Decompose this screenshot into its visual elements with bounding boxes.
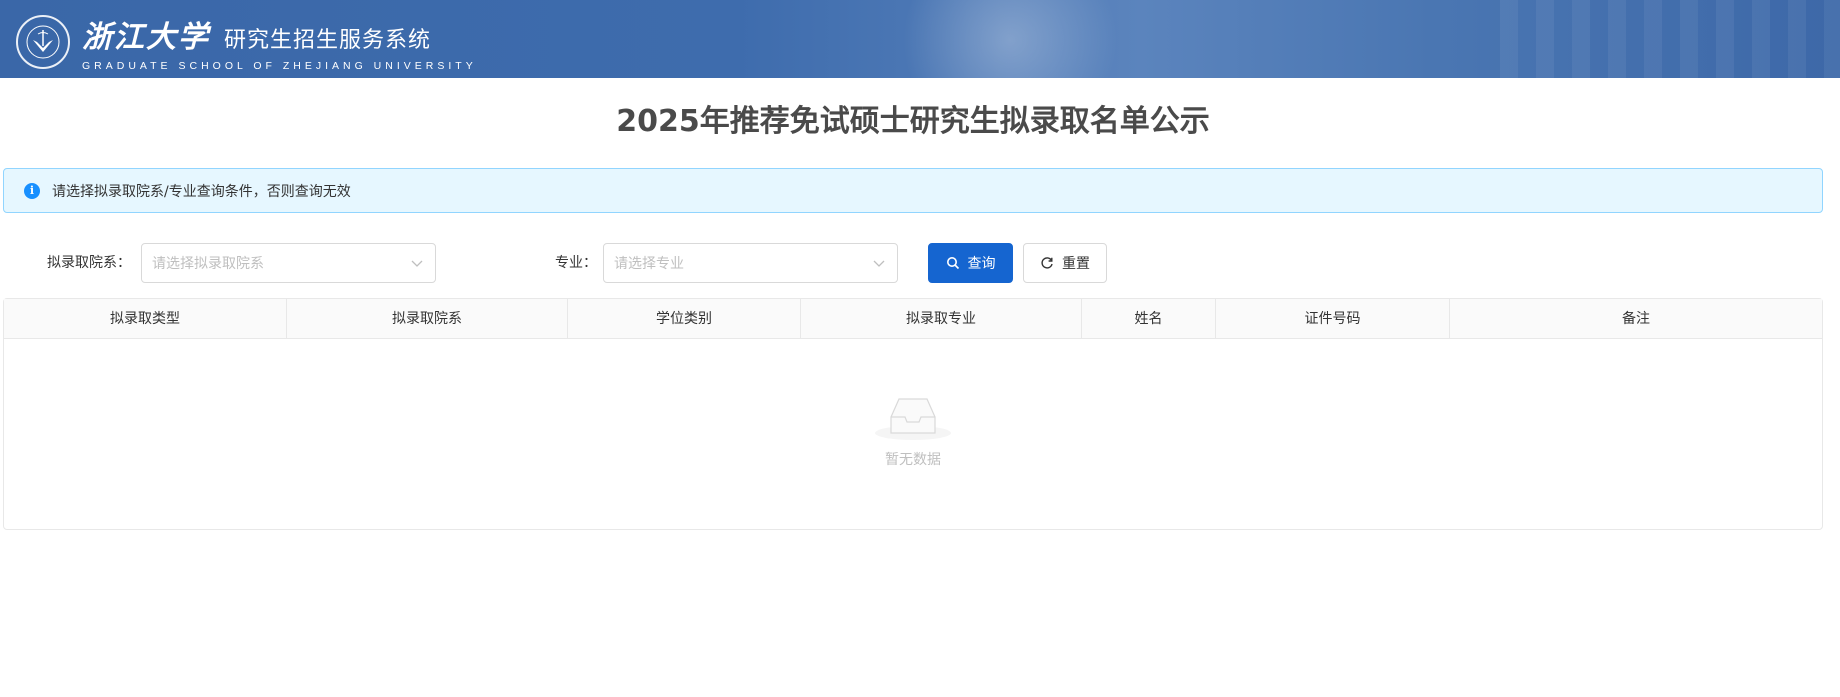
alert-text: 请选择拟录取院系/专业查询条件，否则查询无效: [52, 183, 351, 200]
site-logo[interactable]: 浙江大学 研究生招生服务系统 GRADUATE SCHOOL OF ZHEJIA…: [16, 12, 477, 72]
header-decoration: [880, 0, 1140, 78]
system-name: 研究生招生服务系统: [224, 28, 432, 53]
university-name: 浙江大学: [82, 20, 210, 55]
search-icon: [946, 257, 959, 270]
university-emblem-icon: [16, 15, 70, 69]
column-header: 拟录取专业: [801, 299, 1082, 339]
reset-button[interactable]: 重置: [1023, 243, 1107, 283]
major-label: 专业：: [555, 255, 597, 271]
column-header: 证件号码: [1216, 299, 1450, 339]
reset-button-label: 重置: [1062, 256, 1090, 272]
search-button-label: 查询: [967, 256, 996, 272]
table-empty-state: 暂无数据: [4, 339, 1822, 529]
table-header: 拟录取类型 拟录取院系 学位类别 拟录取专业 姓名 证件号码 备注: [4, 299, 1822, 339]
department-placeholder: 请选择拟录取院系: [152, 256, 264, 272]
chevron-down-icon: [411, 260, 423, 267]
header-decoration: [1500, 0, 1840, 78]
site-header: 浙江大学 研究生招生服务系统 GRADUATE SCHOOL OF ZHEJIA…: [0, 0, 1840, 78]
chevron-down-icon: [873, 260, 885, 267]
filter-form: 拟录取院系： 请选择拟录取院系 专业： 请选择专业 查询 重置: [0, 243, 1826, 283]
major-placeholder: 请选择专业: [614, 256, 684, 272]
info-alert: i 请选择拟录取院系/专业查询条件，否则查询无效: [3, 168, 1823, 213]
column-header: 姓名: [1082, 299, 1216, 339]
column-header: 拟录取院系: [287, 299, 568, 339]
results-table: 拟录取类型 拟录取院系 学位类别 拟录取专业 姓名 证件号码 备注 暂无数据: [3, 298, 1823, 530]
department-label: 拟录取院系：: [47, 255, 131, 271]
column-header: 拟录取类型: [4, 299, 287, 339]
empty-inbox-icon: [875, 398, 951, 440]
search-button[interactable]: 查询: [928, 243, 1013, 283]
page-title: 2025年推荐免试硕士研究生拟录取名单公示: [616, 104, 1210, 139]
major-select[interactable]: 请选择专业: [603, 243, 898, 283]
info-icon: i: [24, 182, 40, 199]
department-select[interactable]: 请选择拟录取院系: [141, 243, 436, 283]
column-header: 学位类别: [568, 299, 801, 339]
column-header: 备注: [1622, 311, 1650, 327]
empty-text: 暂无数据: [885, 452, 941, 468]
english-name: GRADUATE SCHOOL OF ZHEJIANG UNIVERSITY: [82, 60, 477, 72]
refresh-icon: [1041, 257, 1053, 269]
